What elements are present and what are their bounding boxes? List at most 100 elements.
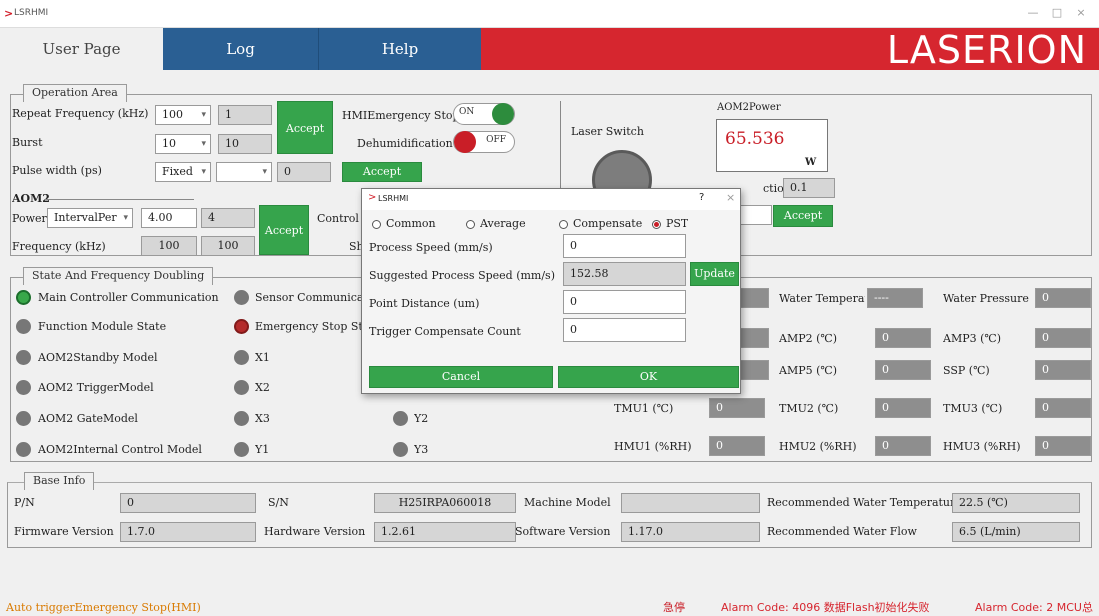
x2-label: X2 <box>255 381 270 394</box>
switch-knob-icon <box>454 131 476 153</box>
y3-label: Y3 <box>414 443 429 456</box>
dehumidification-label: Dehumidification <box>357 137 453 150</box>
suggested-process-speed-value: 152.58 <box>563 262 686 286</box>
control-label: Control <box>317 212 359 225</box>
hmi-emergency-stop-label: HMIEmergency Stop <box>342 109 460 122</box>
accept-frequency-button[interactable]: Accept <box>277 101 333 154</box>
machine-model-value <box>621 493 760 513</box>
repeat-frequency-readback: 1 <box>218 105 272 125</box>
pulse-width-select[interactable]: Fixed <box>155 162 211 182</box>
hmi-emergency-stop-switch[interactable]: ON <box>453 103 515 125</box>
recommended-water-flow-value: 6.5 (L/min) <box>952 522 1080 542</box>
tab-log[interactable]: Log <box>163 28 318 70</box>
burst-label: Burst <box>12 136 43 149</box>
dialog-title: LSRHMI <box>378 194 409 203</box>
tab-user-page[interactable]: User Page <box>0 28 163 70</box>
cancel-button[interactable]: Cancel <box>369 366 553 388</box>
brand-logo: LASERION <box>886 28 1087 72</box>
aom2-gate-model-label: AOM2 GateModel <box>38 412 138 425</box>
trigger-compensate-count-input[interactable]: 0 <box>563 318 686 342</box>
burst-select[interactable]: 10 <box>155 134 211 154</box>
power-readback: 4 <box>201 208 255 228</box>
tab-help[interactable]: Help <box>318 28 481 70</box>
laser-switch-label: Laser Switch <box>571 125 644 138</box>
power-mode-select[interactable]: IntervalPer <box>47 208 133 228</box>
sensor-communication-label: Sensor Communicat <box>255 291 361 304</box>
hmu1-label: HMU1 (%RH) <box>614 440 692 453</box>
frequency-readback: 100 <box>201 236 255 256</box>
aom2-internal-control-model-label: AOM2Internal Control Model <box>38 443 202 456</box>
maximize-icon[interactable]: □ <box>1047 4 1067 22</box>
power-label: Power <box>12 212 47 225</box>
x1-label: X1 <box>255 351 270 364</box>
power-input[interactable]: 4.00 <box>141 208 197 228</box>
aom2-power-label: AOM2Power <box>717 102 781 113</box>
software-version-value: 1.17.0 <box>621 522 760 542</box>
pulse-width-select-2[interactable] <box>216 162 272 182</box>
point-distance-input[interactable]: 0 <box>563 290 686 314</box>
amp5-value: 0 <box>875 360 931 380</box>
accept-switch-button[interactable]: Accept <box>342 162 422 182</box>
main-controller-led-icon <box>16 290 31 305</box>
repeat-frequency-select[interactable]: 100 <box>155 105 211 125</box>
ok-button[interactable]: OK <box>558 366 739 388</box>
dialog-logo-icon: > <box>368 192 377 203</box>
aom2-separator <box>44 199 194 200</box>
sn-value: H25IRPA060018 <box>374 493 516 513</box>
recommended-water-temperature-label: Recommended Water Temperature <box>767 496 962 509</box>
firmware-version-label: Firmware Version <box>14 525 114 538</box>
ssp-value: 0 <box>1035 360 1091 380</box>
switch-knob-icon <box>492 103 514 125</box>
mode-compensate-label: Compensate <box>573 217 643 230</box>
correction-label: ctio <box>763 182 784 195</box>
software-version-label: Software Version <box>515 525 611 538</box>
water-temperature-label: Water Temperat <box>779 292 865 305</box>
aom2-trigger-led-icon <box>16 380 31 395</box>
mode-pst-radio[interactable] <box>652 220 661 229</box>
hardware-version-value: 1.2.61 <box>374 522 516 542</box>
hmu1-value: 0 <box>709 436 765 456</box>
sensor-communication-led-icon <box>234 290 249 305</box>
firmware-version-value: 1.7.0 <box>120 522 256 542</box>
accept-correction-button[interactable]: Accept <box>773 205 833 227</box>
dehumidification-switch[interactable]: OFF <box>453 131 515 153</box>
amp2-value: 0 <box>875 328 931 348</box>
help-icon[interactable]: ? <box>699 192 704 203</box>
minimize-icon[interactable]: — <box>1023 4 1043 22</box>
accept-aom2-button[interactable]: Accept <box>259 205 309 255</box>
trigger-compensate-count-label: Trigger Compensate Count <box>369 325 521 338</box>
process-speed-input[interactable]: 0 <box>563 234 686 258</box>
x2-led-icon <box>234 380 249 395</box>
suggested-process-speed-label: Suggested Process Speed (mm/s) <box>369 269 555 282</box>
tmu2-label: TMU2 (℃) <box>779 402 839 415</box>
aom2-standby-model-label: AOM2Standby Model <box>38 351 158 364</box>
aom2-trigger-model-label: AOM2 TriggerModel <box>38 381 154 394</box>
process-speed-label: Process Speed (mm/s) <box>369 241 493 254</box>
frequency-label: Frequency (kHz) <box>12 240 106 253</box>
hmu3-value: 0 <box>1035 436 1091 456</box>
correction-value: 0.1 <box>783 178 835 198</box>
pst-settings-dialog: > LSRHMI ? × Common Average Compensate P… <box>361 188 741 394</box>
pn-label: P/N <box>14 496 35 509</box>
emergency-stop-status: 急停 <box>663 601 685 614</box>
mode-average-radio[interactable] <box>466 220 475 229</box>
tmu3-value: 0 <box>1035 398 1091 418</box>
mode-common-label: Common <box>386 217 436 230</box>
water-pressure-value: 0 <box>1035 288 1091 308</box>
mode-common-radio[interactable] <box>372 220 381 229</box>
window-title: LSRHMI <box>14 8 49 18</box>
dialog-close-icon[interactable]: × <box>726 191 735 204</box>
pulse-width-readback: 0 <box>277 162 331 182</box>
close-icon[interactable]: × <box>1071 4 1091 22</box>
burst-readback: 10 <box>218 134 272 154</box>
aom2-power-value: 65.536 <box>725 129 785 149</box>
alarm-code-1: Alarm Code: 4096 数据Flash初始化失败 <box>721 601 930 614</box>
frequency-input[interactable]: 100 <box>141 236 197 256</box>
update-button[interactable]: Update <box>690 262 739 286</box>
hardware-version-label: Hardware Version <box>264 525 366 538</box>
base-info-title: Base Info <box>24 472 95 490</box>
y2-label: Y2 <box>414 412 429 425</box>
mode-compensate-radio[interactable] <box>559 220 568 229</box>
hmu3-label: HMU3 (%RH) <box>943 440 1021 453</box>
laser-logo-icon: > <box>4 7 14 20</box>
